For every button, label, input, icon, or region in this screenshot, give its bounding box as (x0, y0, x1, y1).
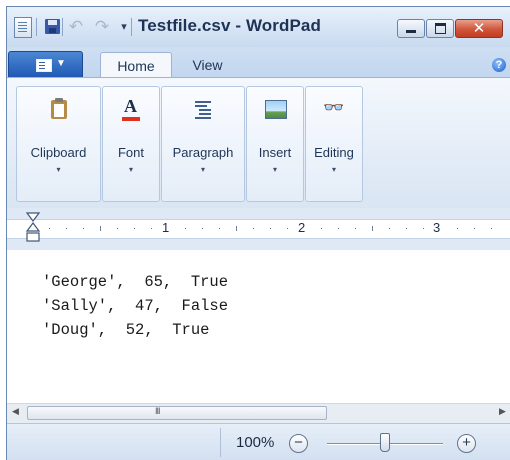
ribbon: Clipboard ▾ A Font ▾ Paragraph ▾ Insert (7, 77, 510, 209)
indent-marker-icon[interactable] (25, 212, 41, 248)
ruler-dot (151, 228, 152, 229)
ruler-dot (83, 228, 84, 229)
wordpad-window: ↶ ↷ ▾ Testfile.csv - WordPad ✕ ▼ Home Vi… (6, 6, 510, 460)
minimize-icon (406, 30, 416, 33)
paragraph-icon (193, 98, 213, 120)
close-icon: ✕ (472, 20, 486, 37)
horizontal-scrollbar[interactable]: ◀ III ▶ (7, 403, 510, 423)
ruler-dot (474, 228, 475, 229)
chevron-down-icon: ▾ (128, 165, 133, 174)
chevron-down-icon: ▾ (200, 165, 205, 174)
ruler-dot (185, 228, 186, 229)
ruler-dot (253, 228, 254, 229)
tab-view[interactable]: View (180, 53, 235, 77)
ruler-dot (423, 228, 424, 229)
ruler-dot (134, 228, 135, 229)
chevron-down-icon: ▾ (272, 165, 277, 174)
ruler-dot (389, 228, 390, 229)
status-divider (220, 428, 221, 457)
redo-icon[interactable]: ↷ (93, 18, 111, 36)
ruler-tick (236, 226, 237, 231)
document-editor[interactable]: 'George', 65, True 'Sally', 47, False 'D… (7, 250, 510, 403)
maximize-button[interactable] (426, 19, 454, 38)
ruler-tick (100, 226, 101, 231)
toolbar-separator (36, 18, 37, 36)
ruler-dot (355, 228, 356, 229)
group-label: Clipboard (30, 145, 87, 160)
chevron-down-icon: ▾ (331, 165, 336, 174)
maximize-icon (434, 23, 446, 34)
save-icon[interactable] (44, 18, 62, 36)
zoom-level[interactable]: 100% (236, 434, 274, 451)
group-label: Paragraph (172, 145, 234, 160)
scroll-left-icon[interactable]: ◀ (12, 406, 19, 417)
tab-home[interactable]: Home (100, 52, 172, 78)
group-label: Insert (258, 145, 292, 160)
ruler-dot (49, 228, 50, 229)
toolbar-separator (62, 18, 63, 36)
group-label: Editing (314, 145, 354, 160)
minimize-button[interactable] (397, 19, 425, 38)
help-icon[interactable]: ? (492, 58, 506, 72)
ruler-dot (287, 228, 288, 229)
scroll-right-icon[interactable]: ▶ (499, 406, 506, 417)
scroll-grip-icon: III (155, 406, 160, 416)
editing-group-button[interactable]: 👓 Editing ▾ (305, 86, 363, 202)
ruler-dot (219, 228, 220, 229)
insert-picture-icon (265, 98, 287, 120)
ruler-tick (372, 226, 373, 231)
application-menu-button[interactable]: ▼ (8, 51, 83, 79)
undo-icon[interactable]: ↶ (67, 18, 85, 36)
ruler-dot (117, 228, 118, 229)
ribbon-tabs: ▼ Home View ? (7, 47, 510, 79)
group-label: Font (117, 145, 144, 160)
ruler-dot (457, 228, 458, 229)
ruler-dot (66, 228, 67, 229)
toolbar-separator (131, 18, 132, 36)
clipboard-group-button[interactable]: Clipboard ▾ (16, 86, 101, 202)
chevron-down-icon: ▼ (56, 58, 66, 69)
scrollbar-thumb[interactable] (27, 406, 327, 420)
document-line: 'Sally', 47, False (42, 297, 229, 315)
zoom-out-button[interactable]: − (289, 434, 308, 453)
ruler-number: 2 (298, 220, 306, 235)
font-group-button[interactable]: A Font ▾ (102, 86, 160, 202)
paragraph-group-button[interactable]: Paragraph ▾ (161, 86, 245, 202)
app-menu-icon (36, 59, 52, 72)
document-line: 'George', 65, True (42, 273, 229, 291)
document-line: 'Doug', 52, True (42, 321, 210, 339)
ruler[interactable]: 1 2 3 (7, 208, 510, 250)
zoom-in-button[interactable]: + (457, 434, 476, 453)
status-bar: 100% − + (7, 423, 510, 460)
ruler-dot (202, 228, 203, 229)
title-bar[interactable]: ↶ ↷ ▾ Testfile.csv - WordPad ✕ (7, 7, 510, 47)
font-icon: A (121, 96, 141, 121)
ruler-dot (338, 228, 339, 229)
chevron-down-icon: ▾ (56, 165, 61, 174)
ruler-dot (321, 228, 322, 229)
insert-group-button[interactable]: Insert ▾ (246, 86, 304, 202)
ruler-dot (270, 228, 271, 229)
ruler-dot (491, 228, 492, 229)
app-icon[interactable] (14, 17, 32, 38)
close-button[interactable]: ✕ (455, 19, 503, 38)
ruler-number: 3 (433, 220, 441, 235)
binoculars-icon: 👓 (323, 98, 345, 117)
clipboard-icon (49, 98, 69, 120)
ruler-dot (406, 228, 407, 229)
ruler-number: 1 (162, 220, 170, 235)
zoom-slider-thumb[interactable] (380, 433, 390, 452)
window-title: Testfile.csv - WordPad (138, 16, 321, 35)
